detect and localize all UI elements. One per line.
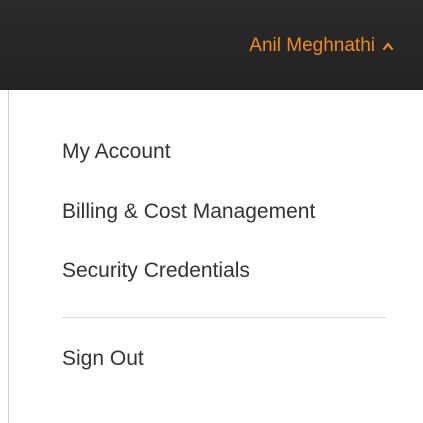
account-menu-toggle[interactable]: Anil Meghnathi xyxy=(249,33,393,59)
menu-divider xyxy=(62,317,386,318)
sign-out-link[interactable]: Sign Out xyxy=(62,345,144,373)
caret-up-icon xyxy=(383,42,393,50)
menu-item-security-credentials[interactable]: Security Credentials xyxy=(62,257,250,285)
menu-item-billing-cost-management[interactable]: Billing & Cost Management xyxy=(62,198,315,226)
top-navigation-bar: Anil Meghnathi xyxy=(0,0,423,90)
account-dropdown-menu: My Account Billing & Cost Management Sec… xyxy=(8,90,423,423)
page: Anil Meghnathi My Account Billing & Cost… xyxy=(0,0,423,423)
user-name: Anil Meghnathi xyxy=(249,35,375,56)
menu-item-my-account[interactable]: My Account xyxy=(62,138,171,166)
